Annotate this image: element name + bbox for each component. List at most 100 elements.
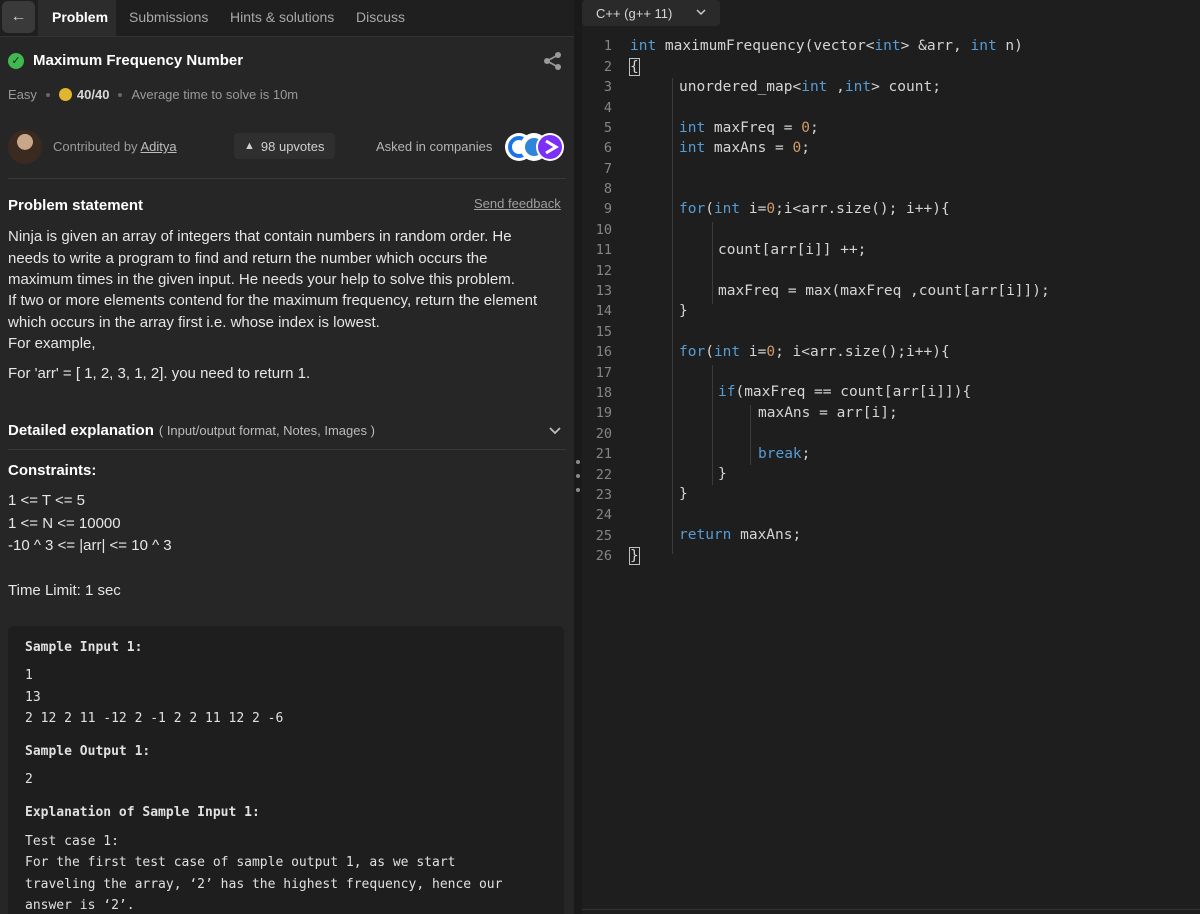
chevron-down-icon: [696, 9, 706, 15]
chevron-down-icon[interactable]: [548, 424, 562, 438]
constraint-line: -10 ^ 3 <= |arr| <= 10 ^ 3: [8, 537, 172, 554]
code-line[interactable]: {: [629, 58, 640, 76]
language-select[interactable]: C++ (g++ 11): [582, 0, 720, 26]
arrow-left-icon: ←: [10, 8, 27, 25]
code-line[interactable]: maxAns = arr[i];: [758, 405, 898, 421]
splitter-grip-dot: [576, 460, 580, 464]
line-number: 17: [595, 365, 612, 381]
sample-input-line: 2 12 2 11 -12 2 -1 2 2 11 12 2 -6: [25, 711, 284, 726]
tab-discuss[interactable]: Discuss: [356, 9, 405, 25]
detailed-explanation-subtitle: ( Input/output format, Notes, Images ): [158, 423, 375, 438]
tab-problem[interactable]: Problem: [52, 9, 108, 25]
code-line[interactable]: }: [718, 466, 727, 482]
problem-meta: Easy 40/40 Average time to solve is 10m: [8, 87, 298, 102]
code-line[interactable]: return maxAns;: [679, 527, 801, 543]
problem-title-row: ✓ Maximum Frequency Number: [8, 52, 243, 69]
constraints-heading: Constraints:: [8, 462, 97, 479]
code-line[interactable]: count[arr[i]] ++;: [718, 242, 866, 258]
line-number: 15: [595, 324, 612, 340]
code-line[interactable]: }: [679, 486, 688, 502]
upvote-button[interactable]: ▲ 98 upvotes: [234, 133, 335, 159]
avatar: [8, 130, 42, 164]
code-line[interactable]: if(maxFreq == count[arr[i]]){: [718, 384, 971, 400]
coin-icon: [58, 88, 72, 101]
company-logos-icon[interactable]: [504, 132, 566, 162]
line-number: 26: [595, 548, 612, 564]
contributed-by-label: Contributed by: [53, 139, 138, 154]
sample-box: Sample Input 1: 1 13 2 12 2 11 -12 2 -1 …: [8, 626, 564, 914]
score-label: 40/40: [76, 87, 110, 102]
statement-line: Ninja is given an array of integers that…: [8, 228, 512, 245]
line-number: 23: [595, 487, 612, 503]
explanation-heading: Explanation of Sample Input 1:: [25, 805, 260, 820]
problem-statement-heading: Problem statement: [8, 197, 144, 214]
divider: [8, 449, 566, 450]
contributor-link[interactable]: Aditya: [140, 139, 176, 154]
explanation-line: Test case 1:: [25, 834, 119, 849]
divider: [8, 178, 566, 179]
send-feedback-link[interactable]: Send feedback: [474, 196, 561, 211]
separator-dot: [118, 92, 123, 97]
line-number: 2: [603, 59, 612, 75]
indent-guide: [750, 405, 751, 465]
difficulty-label: Easy: [8, 87, 37, 102]
line-number-gutter: 1 2 3 4 5 6 7 8 9 10 11 12 13 14 15 16 17 18 19 20 21 22 23 24 2…: [582, 36, 624, 576]
panel-splitter[interactable]: [574, 0, 582, 914]
line-number: 1: [603, 38, 612, 54]
separator-dot: [45, 92, 50, 97]
line-number: 19: [595, 405, 612, 421]
explanation-line: traveling the array, ‘2’ has the highest…: [25, 877, 503, 892]
explanation-line: answer is ‘2’.: [25, 898, 135, 913]
code-line[interactable]: int maxFreq = 0;: [679, 120, 819, 136]
upvote-count: 98 upvotes: [260, 138, 325, 154]
back-button[interactable]: ←: [2, 1, 35, 33]
code-line[interactable]: }: [629, 547, 640, 565]
line-number: 21: [595, 446, 612, 462]
line-number: 7: [603, 161, 612, 177]
detailed-explanation-toggle[interactable]: Detailed explanation ( Input/output forma…: [8, 422, 375, 439]
indent-guide: [672, 78, 673, 554]
line-number: 8: [603, 181, 612, 197]
line-number: 3: [603, 79, 612, 95]
line-number: 20: [595, 426, 612, 442]
line-number: 14: [595, 303, 612, 319]
tab-hints-solutions[interactable]: Hints & solutions: [230, 9, 334, 25]
share-icon[interactable]: [542, 50, 564, 72]
statement-line: If two or more elements contend for the …: [8, 292, 538, 309]
constraint-line: 1 <= T <= 5: [8, 492, 86, 509]
problem-panel: ← Problem Submissions Hints & solutions …: [0, 0, 574, 914]
line-number: 9: [603, 201, 612, 217]
line-number: 18: [595, 385, 612, 401]
sample-input-heading: Sample Input 1:: [25, 640, 143, 655]
line-number: 6: [603, 140, 612, 156]
code-line[interactable]: maxFreq = max(maxFreq ,count[arr[i]]);: [718, 283, 1050, 299]
sample-output-value: 2: [25, 772, 33, 787]
line-number: 10: [595, 222, 612, 238]
contributor-row: Contributed by Aditya ▲ 98 upvotes Asked…: [8, 130, 566, 164]
code-line[interactable]: }: [679, 303, 688, 319]
code-line[interactable]: for(int i=0;i<arr.size(); i++){: [679, 201, 950, 217]
indent-guide: [712, 365, 713, 485]
code-line[interactable]: int maxAns = 0;: [679, 140, 810, 156]
sample-input-line: 13: [25, 690, 41, 705]
code-line[interactable]: for(int i=0; i<arr.size();i++){: [679, 344, 950, 360]
line-number: 5: [603, 120, 612, 136]
line-number: 24: [595, 507, 612, 523]
language-label: C++ (g++ 11): [596, 5, 673, 21]
statement-line: For example,: [8, 335, 96, 352]
problem-title: Maximum Frequency Number: [33, 52, 244, 69]
statement-line: maximum times in the given input. He nee…: [8, 271, 515, 288]
splitter-grip-dot: [576, 474, 580, 478]
line-number: 25: [595, 528, 612, 544]
detailed-explanation-heading: Detailed explanation: [8, 422, 154, 439]
code-editor-panel: C++ (g++ 11) 1 2 3 4 5 6 7 8 9 10 11 12 13 14 15 16 17 18…: [582, 0, 1200, 914]
tab-submissions[interactable]: Submissions: [129, 9, 208, 25]
time-limit: Time Limit: 1 sec: [8, 582, 121, 599]
code-line[interactable]: break;: [758, 446, 810, 462]
editor-bottom-border: [582, 909, 1200, 910]
code-line[interactable]: unordered_map<int ,int> count;: [679, 79, 941, 95]
avg-time-label: Average time to solve is 10m: [131, 87, 299, 102]
contributor-text: Contributed by Aditya: [53, 139, 177, 154]
code-line[interactable]: int maximumFrequency(vector<int> &arr, i…: [630, 38, 1023, 54]
sample-output-heading: Sample Output 1:: [25, 744, 151, 759]
